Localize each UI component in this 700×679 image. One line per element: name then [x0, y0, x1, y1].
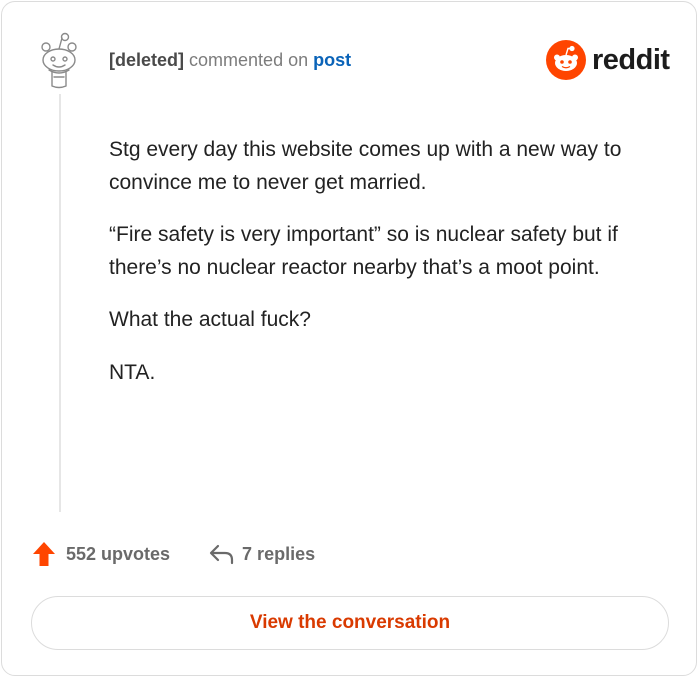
upvote-count: 552 upvotes [66, 543, 171, 564]
comment-header: [deleted] commented on post [109, 49, 351, 71]
comment-actions: 552 upvotes 7 replies [32, 539, 315, 569]
thread-line [59, 94, 61, 512]
snoo-avatar-icon [41, 32, 77, 89]
comment-paragraph: Stg every day this website comes up with… [109, 138, 622, 194]
comment-paragraph: NTA. [109, 360, 156, 384]
comment-paragraph: What the actual fuck? [109, 308, 311, 331]
post-link[interactable]: post [313, 50, 351, 70]
comment-body: Stg every day this website comes up with… [109, 134, 649, 409]
upvote-arrow-icon[interactable] [32, 541, 56, 567]
reddit-logo[interactable]: reddit [546, 40, 670, 80]
reply-arrow-icon [209, 544, 234, 565]
reddit-logo-icon [546, 40, 586, 80]
reddit-wordmark: reddit [592, 43, 670, 76]
view-conversation-button[interactable]: View the conversation [31, 596, 669, 650]
comment-paragraph: “Fire safety is very important” so is nu… [109, 223, 618, 279]
replies-button[interactable]: 7 replies [208, 543, 315, 565]
comment-card: [deleted] commented on post reddit Stg e… [1, 1, 697, 676]
username[interactable]: [deleted] [109, 50, 184, 70]
commented-on-text: commented on [189, 50, 309, 70]
reply-count: 7 replies [242, 543, 316, 564]
